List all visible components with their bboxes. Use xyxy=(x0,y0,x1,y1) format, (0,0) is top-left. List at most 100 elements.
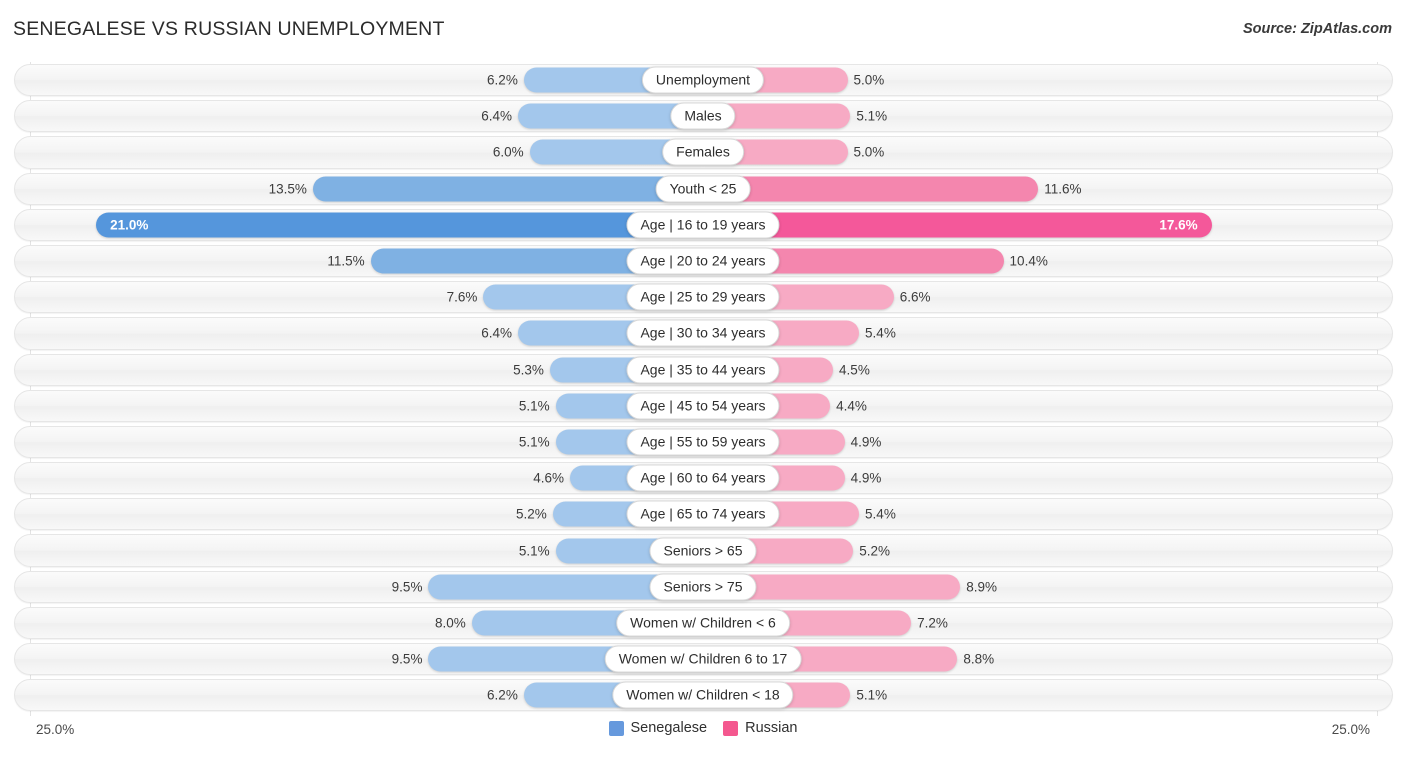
legend-label: Russian xyxy=(745,720,798,736)
value-label-russian: 4.9% xyxy=(850,470,882,486)
value-label-senegalese: 5.2% xyxy=(515,506,547,522)
value-label-russian: 4.4% xyxy=(836,398,867,414)
table-row[interactable]: 6.2% 5.0% Unemployment xyxy=(0,62,1406,98)
value-label-russian: 11.6% xyxy=(1044,181,1082,197)
value-label-senegalese: 6.2% xyxy=(487,72,518,88)
value-label-russian: 8.9% xyxy=(966,579,997,595)
value-label-senegalese: 5.1% xyxy=(518,398,550,414)
value-label-russian: 5.0% xyxy=(853,72,885,88)
page-title: SENEGALESE VS RUSSIAN UNEMPLOYMENT xyxy=(13,18,445,40)
value-label-senegalese: 11.5% xyxy=(327,253,365,269)
row-bars: 6.0% 5.0% Females xyxy=(0,134,1406,170)
value-label-senegalese: 6.4% xyxy=(481,325,513,341)
bar-senegalese[interactable] xyxy=(312,176,703,202)
row-bars: 9.5% 8.9% Seniors > 75 xyxy=(0,569,1406,605)
value-label-russian: 4.9% xyxy=(850,434,882,450)
table-row[interactable]: 5.1% 4.9% Age | 55 to 59 years xyxy=(0,424,1406,460)
legend-swatch-icon xyxy=(608,720,624,736)
value-label-senegalese: 4.6% xyxy=(533,470,565,486)
value-label-russian: 7.2% xyxy=(917,615,948,631)
value-label-russian: 5.4% xyxy=(865,325,896,341)
value-label-senegalese: 5.1% xyxy=(518,434,550,450)
category-label: Youth < 25 xyxy=(655,175,751,203)
table-row[interactable]: 11.5% 10.4% Age | 20 to 24 years xyxy=(0,243,1406,279)
row-bars: 5.1% 4.4% Age | 45 to 54 years xyxy=(0,388,1406,424)
bar-russian[interactable] xyxy=(703,176,1039,202)
value-label-senegalese: 6.4% xyxy=(481,108,513,124)
row-bars: 7.6% 6.6% Age | 25 to 29 years xyxy=(0,279,1406,315)
source-attribution: Source: ZipAtlas.com xyxy=(1242,21,1392,37)
category-label: Age | 65 to 74 years xyxy=(626,500,780,528)
chart-legend: Senegalese Russian xyxy=(0,720,1406,736)
row-bars: 9.5% 8.8% Women w/ Children 6 to 17 xyxy=(0,641,1406,677)
bar-senegalese[interactable] xyxy=(96,212,703,238)
row-bars: 8.0% 7.2% Women w/ Children < 6 xyxy=(0,605,1406,641)
table-row[interactable]: 8.0% 7.2% Women w/ Children < 6 xyxy=(0,605,1406,641)
category-label: Women w/ Children < 6 xyxy=(616,609,790,637)
legend-label: Senegalese xyxy=(630,720,708,736)
category-label: Age | 16 to 19 years xyxy=(626,211,780,239)
table-row[interactable]: 9.5% 8.9% Seniors > 75 xyxy=(0,569,1406,605)
table-row[interactable]: 6.4% 5.1% Males xyxy=(0,98,1406,134)
row-bars: 6.4% 5.4% Age | 30 to 34 years xyxy=(0,315,1406,351)
row-bars: 6.4% 5.1% Males xyxy=(0,98,1406,134)
table-row[interactable]: 6.2% 5.1% Women w/ Children < 18 xyxy=(0,677,1406,713)
chart-header: SENEGALESE VS RUSSIAN UNEMPLOYMENT Sourc… xyxy=(0,0,1406,62)
table-row[interactable]: 5.1% 4.4% Age | 45 to 54 years xyxy=(0,388,1406,424)
value-label-senegalese: 21.0% xyxy=(110,217,149,233)
value-label-russian: 10.4% xyxy=(1009,253,1048,269)
value-label-senegalese: 5.1% xyxy=(518,543,550,559)
category-label: Age | 25 to 29 years xyxy=(626,283,780,311)
value-label-russian: 8.8% xyxy=(963,651,995,667)
value-label-senegalese: 7.6% xyxy=(446,289,478,305)
bar-rows-container: 6.2% 5.0% Unemployment 6.4% 5.1% Males 6.0% 5.0… xyxy=(0,62,1406,713)
table-row[interactable]: 5.1% 5.2% Seniors > 65 xyxy=(0,532,1406,568)
value-label-russian: 4.5% xyxy=(839,362,870,378)
legend-item[interactable]: Russian xyxy=(723,720,797,736)
category-label: Age | 35 to 44 years xyxy=(626,356,780,384)
table-row[interactable]: 4.6% 4.9% Age | 60 to 64 years xyxy=(0,460,1406,496)
table-row[interactable]: 5.3% 4.5% Age | 35 to 44 years xyxy=(0,352,1406,388)
table-row[interactable]: 5.2% 5.4% Age | 65 to 74 years xyxy=(0,496,1406,532)
row-bars: 21.0% 17.6% Age | 16 to 19 years xyxy=(0,207,1406,243)
value-label-senegalese: 5.3% xyxy=(513,362,544,378)
row-bars: 11.5% 10.4% Age | 20 to 24 years xyxy=(0,243,1406,279)
row-bars: 13.5% 11.6% Youth < 25 xyxy=(0,171,1406,207)
table-row[interactable]: 6.0% 5.0% Females xyxy=(0,134,1406,170)
table-row[interactable]: 7.6% 6.6% Age | 25 to 29 years xyxy=(0,279,1406,315)
value-label-senegalese: 6.0% xyxy=(492,144,524,160)
category-label: Women w/ Children 6 to 17 xyxy=(604,645,802,673)
category-label: Unemployment xyxy=(641,66,765,94)
row-bars: 5.3% 4.5% Age | 35 to 44 years xyxy=(0,352,1406,388)
category-label: Women w/ Children < 18 xyxy=(612,681,794,709)
value-label-russian: 5.4% xyxy=(865,506,896,522)
category-label: Age | 30 to 34 years xyxy=(626,319,780,347)
table-row[interactable]: 6.4% 5.4% Age | 30 to 34 years xyxy=(0,315,1406,351)
value-label-senegalese: 6.2% xyxy=(487,687,518,703)
table-row[interactable]: 21.0% 17.6% Age | 16 to 19 years xyxy=(0,207,1406,243)
chart-plot-area: 6.2% 5.0% Unemployment 6.4% 5.1% Males 6.0% 5.0… xyxy=(0,62,1406,716)
category-label: Seniors > 75 xyxy=(649,573,757,601)
category-label: Males xyxy=(670,102,736,130)
category-label: Females xyxy=(662,138,744,166)
value-label-russian: 5.1% xyxy=(856,687,888,703)
row-bars: 4.6% 4.9% Age | 60 to 64 years xyxy=(0,460,1406,496)
table-row[interactable]: 9.5% 8.8% Women w/ Children 6 to 17 xyxy=(0,641,1406,677)
value-label-russian: 17.6% xyxy=(1159,217,1198,233)
row-bars: 5.1% 5.2% Seniors > 65 xyxy=(0,532,1406,568)
legend-swatch-icon xyxy=(723,720,739,736)
category-label: Age | 55 to 59 years xyxy=(626,428,780,456)
value-label-russian: 5.2% xyxy=(859,543,891,559)
chart-footer: 25.0% 25.0% Senegalese Russian xyxy=(0,712,1406,757)
category-label: Seniors > 65 xyxy=(649,537,757,565)
row-bars: 5.2% 5.4% Age | 65 to 74 years xyxy=(0,496,1406,532)
table-row[interactable]: 13.5% 11.6% Youth < 25 xyxy=(0,171,1406,207)
category-label: Age | 60 to 64 years xyxy=(626,464,780,492)
value-label-senegalese: 8.0% xyxy=(435,615,466,631)
value-label-senegalese: 13.5% xyxy=(268,181,307,197)
value-label-russian: 5.1% xyxy=(856,108,888,124)
value-label-senegalese: 9.5% xyxy=(391,579,423,595)
row-bars: 5.1% 4.9% Age | 55 to 59 years xyxy=(0,424,1406,460)
value-label-russian: 6.6% xyxy=(899,289,931,305)
legend-item[interactable]: Senegalese xyxy=(608,720,708,736)
